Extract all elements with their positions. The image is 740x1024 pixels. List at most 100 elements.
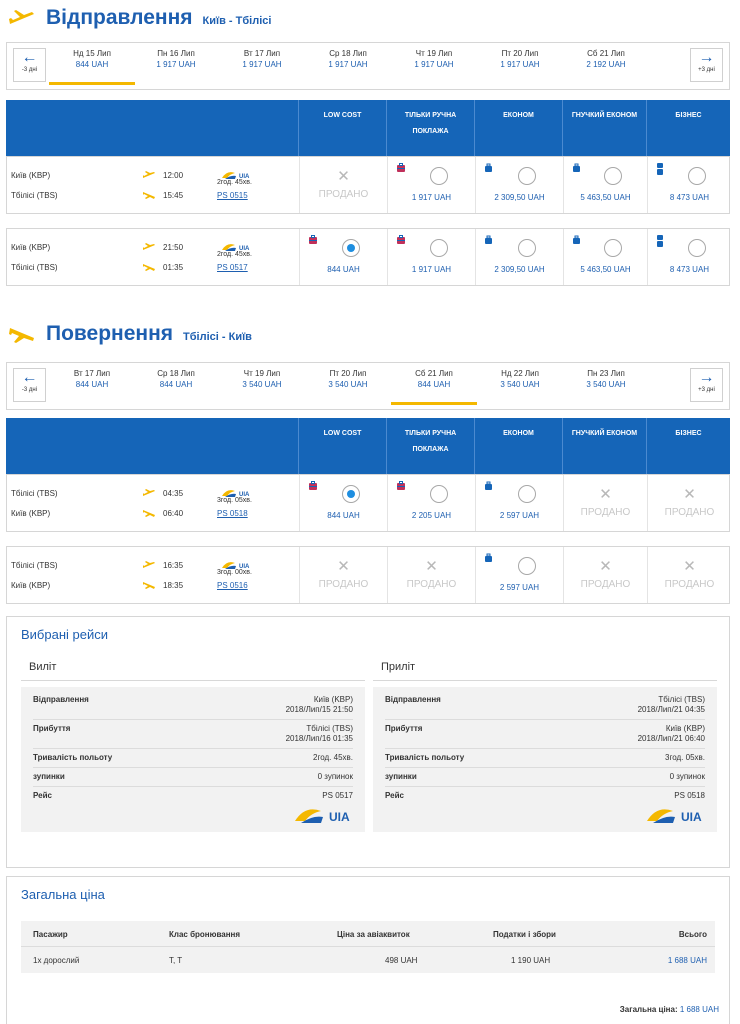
fare-price: 5 463,50 UAH [580,265,631,274]
fare-cell[interactable]: 8 473 UAH [647,229,731,285]
date-label: Вт 17 Лип [243,49,281,58]
price-column-header: Клас бронювання [169,930,241,939]
fare-cell[interactable]: 8 473 UAH [647,157,731,213]
price-column-header: Ціна за авіаквиток [337,930,410,939]
price-cell: 498 UAH [385,956,418,965]
fare-radio[interactable] [517,167,536,185]
fare-radio[interactable] [517,239,536,257]
leg-detail-value: Тбілісі (TBS) [306,724,353,733]
date-price: 3 540 UAH [586,380,626,389]
fare-radio[interactable] [341,239,360,257]
fare-price: 2 309,50 UAH [494,193,545,202]
fare-cell[interactable]: 2 597 UAH [475,547,563,603]
date-option[interactable]: Ср 18 Лип 844 UAH [133,369,219,389]
sold-out-label: ПРОДАНО [664,579,715,590]
date-price: 844 UAH [75,380,109,389]
fare-cell: ✕ ПРОДАНО [647,547,731,603]
price-cell: 1 190 UAH [511,956,551,965]
outbound-date-bar: ← -3 дні Нд 15 Лип 844 UAH Пн 16 Лип 1 91… [6,42,730,90]
date-option[interactable]: Вт 17 Лип 844 UAH [49,369,135,389]
close-icon: ✕ [683,486,696,503]
fare-cell[interactable]: 1 917 UAH [387,229,475,285]
date-option[interactable]: Нд 22 Лип 3 540 UAH [477,369,563,389]
fare-column-header: LOW COST [298,100,386,156]
outbound-next-days-button[interactable]: → +3 дні [690,48,723,82]
leg-detail-key: зупинки [385,772,417,781]
fare-radio[interactable] [603,167,622,185]
date-option[interactable]: Пн 16 Лип 1 917 UAH [133,49,219,69]
fare-cell[interactable]: 2 309,50 UAH [475,229,563,285]
sold-out-label: ПРОДАНО [580,507,631,518]
leg-detail-key: зупинки [33,772,65,781]
date-price: 1 917 UAH [156,60,196,69]
fare-cell[interactable]: 2 205 UAH [387,475,475,531]
arrival-city: Київ (KBP) [11,509,51,518]
sold-out-label: ПРОДАНО [580,579,631,590]
close-icon: ✕ [599,486,612,503]
fare-radio[interactable] [517,557,536,575]
date-option[interactable]: Вт 17 Лип 1 917 UAH [219,49,305,69]
date-label: Пн 23 Лип [587,369,625,378]
date-option[interactable]: Чт 19 Лип 1 917 UAH [391,49,477,69]
fare-radio[interactable] [341,485,360,503]
close-icon: ✕ [599,558,612,575]
return-next-days-button[interactable]: → +3 дні [690,368,723,402]
date-option[interactable]: Сб 21 Лип 2 192 UAH [563,49,649,69]
price-column-header: Пасажир [33,930,68,939]
fare-radio[interactable] [603,239,622,257]
fare-cell[interactable]: 5 463,50 UAH [563,229,647,285]
date-option[interactable]: Пт 20 Лип 1 917 UAH [477,49,563,69]
leg-detail-key: Рейс [385,791,404,800]
fare-column-header: ГНУЧКИЙ ЕКОНОМ [562,100,646,156]
departure-city: Тбілісі (TBS) [11,561,58,570]
fare-cell[interactable]: 2 309,50 UAH [475,157,563,213]
arrow-left-icon: ← [21,369,38,386]
return-date-bar: ← -3 дні Вт 17 Лип 844 UAH Ср 18 Лип 844 … [6,362,730,410]
date-price: 1 917 UAH [328,60,368,69]
fare-cell[interactable]: 844 UAH [299,475,387,531]
fare-radio[interactable] [687,167,706,185]
fare-price: 2 597 UAH [499,583,540,592]
leg-detail-row: Відправлення Київ (KBP) 2018/Лип/15 21:50 [33,691,353,720]
close-icon: ✕ [337,558,350,575]
fare-column-header: ТІЛЬКИ РУЧНА ПОКЛАЖА [386,100,474,156]
fare-column-header: БІЗНЕС [646,418,730,474]
fare-cell[interactable]: 1 917 UAH [387,157,475,213]
fare-price: 2 205 UAH [411,511,452,520]
suitcase-red-icon [308,481,318,491]
return-prev-days-button[interactable]: ← -3 дні [13,368,46,402]
fare-cell[interactable]: 2 597 UAH [475,475,563,531]
fare-radio[interactable] [429,239,448,257]
fare-radio[interactable] [687,239,706,257]
leg-detail-key: Прибуття [33,724,71,733]
date-label: Сб 21 Лип [415,369,453,378]
date-price: 1 917 UAH [414,60,454,69]
arrow-right-icon: → [698,369,715,386]
leg-detail-value: 0 зупинок [317,772,353,781]
date-option[interactable]: Нд 15 Лип 844 UAH [49,49,135,85]
flight-number-link[interactable]: PS 0515 [217,191,248,200]
date-option[interactable]: Сб 21 Лип 844 UAH [391,369,477,405]
flight-row: Тбілісі (TBS) Київ (KBP) 04:35 06:40 UIA… [6,474,730,532]
date-option[interactable]: Ср 18 Лип 1 917 UAH [305,49,391,69]
date-option[interactable]: Чт 19 Лип 3 540 UAH [219,369,305,389]
fare-radio[interactable] [429,485,448,503]
flight-number-link[interactable]: PS 0518 [217,509,248,518]
table-row: 1x дорослий T, T 498 UAH 1 190 UAH 1 688 UAH [21,947,715,973]
flight-number-link[interactable]: PS 0516 [217,581,248,590]
fare-radio[interactable] [517,485,536,503]
fare-radio[interactable] [429,167,448,185]
leg-detail-value: Київ (KBP) [665,724,705,733]
flight-number-link[interactable]: PS 0517 [217,263,248,272]
return-route: Тбілісі - Київ [183,331,252,343]
date-option[interactable]: Пт 20 Лип 3 540 UAH [305,369,391,389]
price-table-header: Пасажир Клас бронювання Ціна за авіаквиток… [21,921,715,947]
fare-price: 8 473 UAH [669,193,710,202]
date-price: 1 917 UAH [242,60,282,69]
outbound-prev-days-button[interactable]: ← -3 дні [13,48,46,82]
leg-detail-row: Рейс PS 0518 UIA [385,787,705,832]
date-option[interactable]: Пн 23 Лип 3 540 UAH [563,369,649,389]
fare-cell[interactable]: 844 UAH [299,229,387,285]
fare-cell[interactable]: 5 463,50 UAH [563,157,647,213]
date-price: 3 540 UAH [242,380,282,389]
